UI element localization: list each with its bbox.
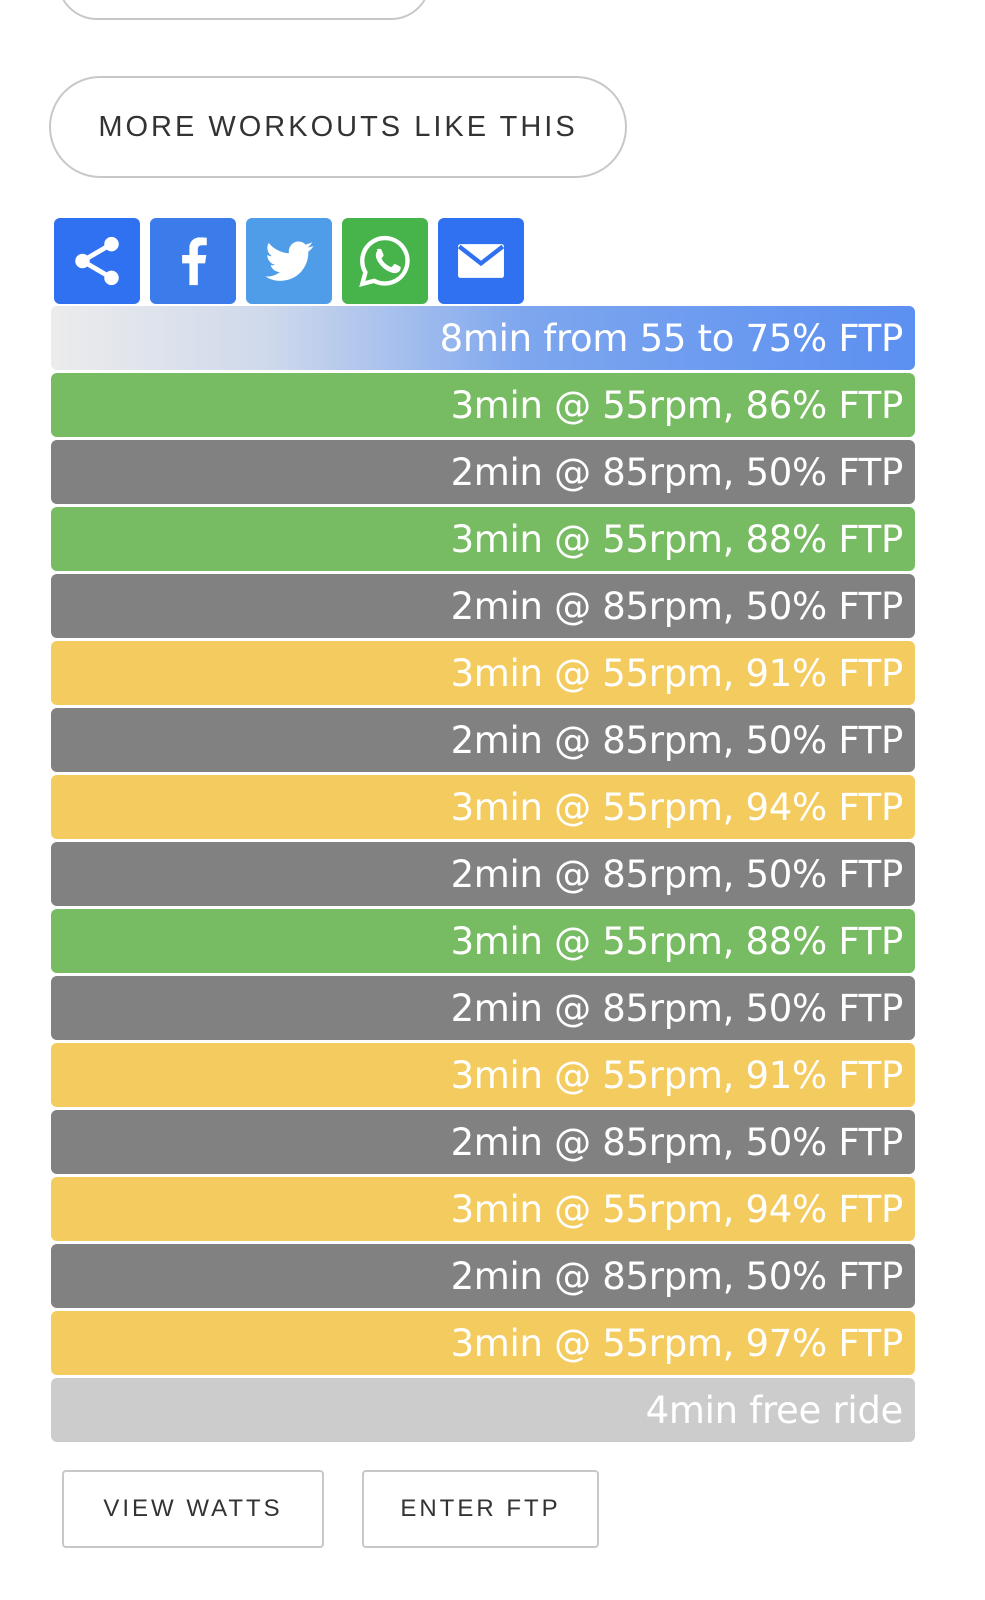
whatsapp-button[interactable] <box>342 218 428 304</box>
workout-step: 8min from 55 to 75% FTP <box>51 306 915 370</box>
more-workouts-button[interactable]: MORE WORKOUTS LIKE THIS <box>49 76 627 178</box>
facebook-icon <box>182 237 207 286</box>
workout-step: 3min @ 55rpm, 94% FTP <box>51 1177 915 1241</box>
facebook-button[interactable] <box>150 218 236 304</box>
twitter-button[interactable] <box>246 218 332 304</box>
workout-step: 3min @ 55rpm, 91% FTP <box>51 641 915 705</box>
share-button[interactable] <box>54 218 140 304</box>
workout-step: 2min @ 85rpm, 50% FTP <box>51 440 915 504</box>
whatsapp-icon <box>359 235 410 288</box>
workout-step: 4min free ride <box>51 1378 915 1442</box>
workout-step: 2min @ 85rpm, 50% FTP <box>51 574 915 638</box>
twitter-icon <box>265 241 314 281</box>
workout-steps-list: 8min from 55 to 75% FTP 3min @ 55rpm, 86%… <box>51 306 915 1445</box>
workout-step: 3min @ 55rpm, 97% FTP <box>51 1311 915 1375</box>
workout-step: 3min @ 55rpm, 91% FTP <box>51 1043 915 1107</box>
workout-step: 2min @ 85rpm, 50% FTP <box>51 976 915 1040</box>
workout-step: 3min @ 55rpm, 86% FTP <box>51 373 915 437</box>
workout-step: 2min @ 85rpm, 50% FTP <box>51 1244 915 1308</box>
workout-step: 3min @ 55rpm, 88% FTP <box>51 507 915 571</box>
share-buttons-row <box>54 218 524 304</box>
workout-step: 3min @ 55rpm, 88% FTP <box>51 909 915 973</box>
email-icon <box>457 244 505 278</box>
workout-step: 2min @ 85rpm, 50% FTP <box>51 708 915 772</box>
view-watts-button[interactable]: VIEW WATTS <box>62 1470 324 1548</box>
workout-step: 3min @ 55rpm, 94% FTP <box>51 775 915 839</box>
workout-step: 2min @ 85rpm, 50% FTP <box>51 1110 915 1174</box>
share-icon <box>75 236 119 286</box>
workout-step: 2min @ 85rpm, 50% FTP <box>51 842 915 906</box>
previous-action-button[interactable] <box>57 0 431 20</box>
email-button[interactable] <box>438 218 524 304</box>
enter-ftp-button[interactable]: ENTER FTP <box>362 1470 599 1548</box>
